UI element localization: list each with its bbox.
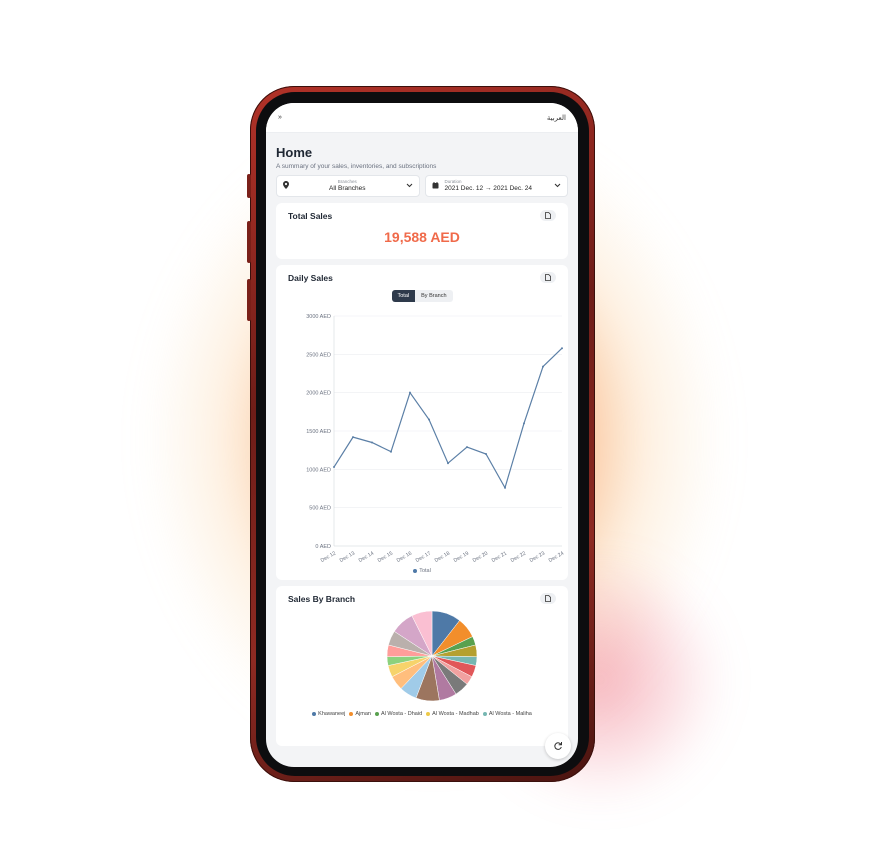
chart-legend: Total	[288, 568, 556, 574]
location-pin-icon	[283, 181, 289, 191]
daily-sales-line-chart: 0 AED 500 AED 1000 AED 1500 AED 2000 AED 2500…	[306, 314, 564, 564]
legend-label: Khawaneej	[318, 711, 346, 717]
y-tick-label: 1500 AED	[306, 429, 331, 435]
data-point	[542, 365, 544, 368]
legend-label: Al Wosta - Maliha	[488, 711, 532, 717]
export-button[interactable]	[540, 593, 556, 604]
x-tick-label: Dec 21	[491, 550, 508, 563]
toggle-by-branch[interactable]: By Branch	[415, 290, 453, 302]
pie-legend-item: Al Wosta - Maliha	[482, 709, 532, 719]
x-tick-label: Dec 24	[548, 550, 564, 563]
data-point	[523, 422, 525, 425]
data-point	[504, 486, 506, 489]
legend-label: Total	[419, 568, 431, 574]
x-tick-label: Dec 23	[529, 550, 546, 563]
pie-legend-item: Khawaneej	[312, 709, 345, 719]
y-tick-label: 2500 AED	[306, 352, 331, 358]
sales-by-branch-pie-chart	[386, 610, 478, 702]
document-icon	[545, 212, 551, 219]
x-tick-label: Dec 15	[377, 550, 394, 563]
language-switch[interactable]: العربية	[547, 114, 566, 122]
refresh-button[interactable]	[545, 733, 571, 759]
filters: Branches All Branches Duration 2021 Dec.…	[276, 175, 568, 197]
y-tick-label: 3000 AED	[306, 314, 331, 320]
main-content: Home A summary of your sales, inventorie…	[266, 145, 578, 746]
data-point	[466, 446, 468, 449]
x-tick-label: Dec 13	[339, 550, 356, 563]
y-tick-label: 2000 AED	[306, 391, 331, 397]
total-sales-value: 19,588 AED	[384, 229, 460, 245]
data-point	[333, 466, 335, 469]
series-line-total	[333, 347, 563, 490]
phone-side-button	[247, 279, 251, 321]
x-tick-label: Dec 17	[415, 550, 432, 563]
pie-legend: Khawaneej Ajman Al Wosta - Dhaid Al Wosta -…	[288, 709, 556, 719]
pie-legend-item: Ajman	[349, 709, 371, 719]
page-title: Home	[276, 145, 313, 160]
data-point	[447, 462, 449, 465]
y-tick-label: 1000 AED	[306, 467, 331, 473]
data-point	[371, 441, 373, 444]
daily-sales-title: Daily Sales	[288, 273, 333, 283]
legend-swatch	[374, 711, 379, 716]
data-point	[561, 347, 563, 350]
page-subtitle: A summary of your sales, inventories, an…	[276, 163, 437, 170]
pie-legend-item: Al Wosta - Dhaid	[374, 709, 423, 719]
x-tick-label: Dec 22	[510, 550, 527, 563]
data-point	[390, 450, 392, 453]
legend-swatch	[413, 568, 418, 573]
legend-label: Ajman	[355, 711, 371, 717]
duration-select[interactable]: Duration 2021 Dec. 12 → 2021 Dec. 24	[424, 175, 568, 197]
top-bar: » العربية	[266, 103, 578, 133]
document-icon	[545, 595, 551, 602]
phone-side-button	[247, 221, 251, 263]
phone-side-button	[247, 174, 251, 198]
legend-label: Al Wosta - Dhaid	[380, 711, 423, 717]
sales-by-branch-card: Sales By Branch Khawaneej Ajman Al Wosta -…	[276, 586, 568, 746]
calendar-icon	[432, 181, 439, 191]
legend-swatch	[482, 711, 487, 716]
data-point	[409, 391, 411, 394]
legend-swatch	[312, 711, 317, 716]
duration-value: 2021 Dec. 12 → 2021 Dec. 24	[445, 185, 549, 192]
x-tick-label: Dec 14	[358, 550, 375, 563]
toggle-total[interactable]: Total	[391, 290, 416, 302]
duration-from: 2021 Dec. 12	[444, 184, 484, 192]
sales-by-branch-title: Sales By Branch	[288, 594, 356, 604]
branches-select[interactable]: Branches All Branches	[276, 175, 420, 197]
chart-mode-toggle: Total By Branch	[288, 290, 556, 302]
double-chevron-right-icon[interactable]: »	[278, 114, 282, 121]
refresh-icon	[554, 742, 562, 750]
arrow-right-icon: →	[484, 184, 492, 192]
data-point	[352, 436, 354, 439]
duration-to: 2021 Dec. 24	[493, 184, 532, 192]
total-sales-title: Total Sales	[288, 211, 333, 221]
export-button[interactable]	[540, 272, 556, 283]
x-tick-label: Dec 12	[320, 550, 337, 563]
x-tick-label: Dec 16	[396, 550, 413, 563]
chevron-down-icon	[554, 183, 561, 190]
daily-sales-card: Daily Sales Total By Branch 0 AED 500 AED…	[276, 265, 568, 580]
x-tick-label: Dec 20	[472, 550, 489, 563]
legend-label: Al Wosta - Madhab	[432, 711, 479, 717]
app-screen: » العربية Home A summary of your sales, …	[266, 103, 578, 767]
pie-legend-item: Al Wosta - Madhab	[426, 709, 479, 719]
y-tick-label: 500 AED	[309, 506, 331, 512]
total-sales-card: Total Sales 19,588 AED	[276, 203, 568, 259]
x-tick-label: Dec 19	[453, 550, 470, 563]
branches-value: All Branches	[329, 184, 366, 192]
x-tick-label: Dec 18	[434, 550, 451, 563]
document-icon	[545, 274, 551, 281]
legend-swatch	[349, 711, 354, 716]
export-button[interactable]	[540, 210, 556, 221]
legend-swatch	[426, 711, 431, 716]
chevron-down-icon	[406, 183, 413, 190]
data-point	[428, 418, 430, 421]
y-tick-label: 0 AED	[315, 544, 331, 550]
data-point	[485, 453, 487, 455]
